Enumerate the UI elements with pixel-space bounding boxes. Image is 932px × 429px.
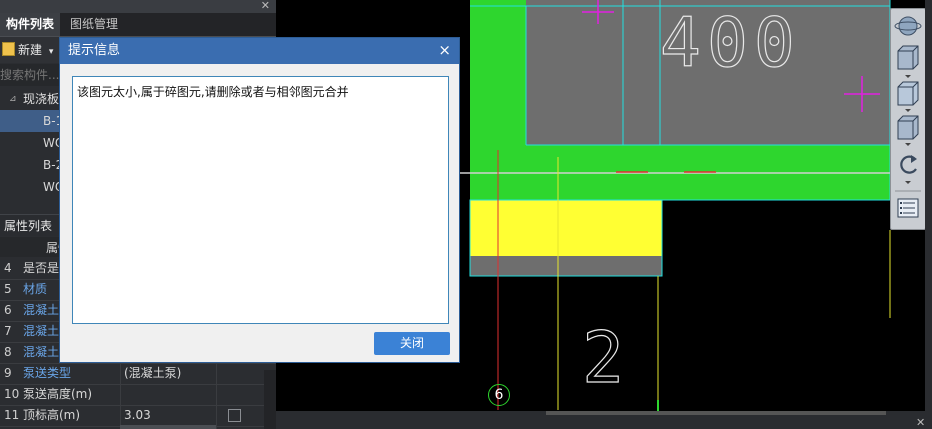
new-document-icon <box>2 42 15 56</box>
property-name: 泵送类型 <box>23 366 72 380</box>
property-name: 混凝土 <box>23 324 60 338</box>
collapse-toggle-icon[interactable]: ⊿ <box>9 88 17 110</box>
dimension-label: 400 <box>659 3 801 83</box>
close-icon[interactable]: ✕ <box>261 0 270 12</box>
property-name: 材质 <box>23 282 48 296</box>
chevron-down-icon[interactable] <box>905 143 911 146</box>
3d-view-icon[interactable] <box>897 45 919 70</box>
right-edge-scrollbar[interactable] <box>925 0 932 429</box>
box-view-icon[interactable] <box>897 115 919 140</box>
property-row-number: 10 <box>4 387 20 401</box>
layout-icon[interactable] <box>897 198 919 218</box>
search-input[interactable] <box>0 67 60 83</box>
close-button[interactable]: 关闭 <box>374 332 450 355</box>
dialog-message: 该图元太小,属于碎图元,请删除或者与相邻图元合并 <box>77 85 349 99</box>
chevron-down-icon[interactable] <box>905 181 911 184</box>
tab-drawing-management[interactable]: 图纸管理 <box>64 13 124 36</box>
property-row-number: 11 <box>4 408 20 422</box>
property-name: 是否是 <box>23 261 60 275</box>
property-row-number: 6 <box>4 303 12 317</box>
property-name: 混凝土 <box>23 303 60 317</box>
chevron-down-icon[interactable]: ▾ <box>49 47 54 57</box>
property-row-number: 8 <box>4 345 12 359</box>
close-icon[interactable]: ✕ <box>916 416 925 429</box>
property-name: 泵送高度(m) <box>23 387 93 401</box>
property-name: 混凝土 <box>23 345 60 359</box>
rotate-icon[interactable] <box>900 155 917 174</box>
property-value[interactable]: (混凝土泵) <box>124 363 181 384</box>
chevron-down-icon[interactable] <box>905 75 911 78</box>
property-row[interactable]: 10 泵送高度(m) <box>0 384 276 406</box>
dialog-titlebar: 提示信息 × <box>60 38 459 64</box>
axis-label: 2 <box>581 317 625 399</box>
property-value[interactable]: 3.03 <box>124 405 151 426</box>
property-row-number: 5 <box>4 282 12 296</box>
property-name: 顶标高(m) <box>23 408 81 422</box>
box-view-icon[interactable] <box>897 81 919 106</box>
property-row-number: 7 <box>4 324 12 338</box>
yellow-beam <box>470 200 662 256</box>
property-row-number: 4 <box>4 261 12 275</box>
view-toolbar <box>890 8 926 230</box>
message-dialog: 提示信息 × 该图元太小,属于碎图元,请删除或者与相邻图元合并 关闭 <box>59 37 460 363</box>
horizontal-scrollbar[interactable] <box>120 425 216 429</box>
gray-strip <box>470 256 662 276</box>
panel-tabs: 构件列表 图纸管理 <box>0 13 276 37</box>
tree-root-label: 现浇板 <box>23 92 60 106</box>
tab-component-list[interactable]: 构件列表 <box>0 13 61 36</box>
dialog-title: 提示信息 <box>68 43 121 58</box>
new-button-label: 新建 <box>18 43 43 57</box>
property-row[interactable]: 9 泵送类型 (混凝土泵) <box>0 363 276 385</box>
vertical-scrollbar[interactable] <box>264 370 276 429</box>
property-row[interactable]: 11 顶标高(m) 3.03 <box>0 405 276 427</box>
sphere-icon[interactable] <box>894 16 922 36</box>
green-slab-top <box>470 0 526 6</box>
close-icon[interactable]: × <box>438 38 451 63</box>
message-text-area[interactable]: 该图元太小,属于碎图元,请删除或者与相邻图元合并 <box>72 76 449 324</box>
panel-title-strip: ✕ <box>0 0 276 13</box>
chevron-down-icon[interactable] <box>905 109 911 112</box>
property-checkbox[interactable] <box>228 409 241 422</box>
property-row-number: 9 <box>4 366 12 380</box>
new-button[interactable]: 新建 ▾ <box>2 41 53 59</box>
grid-marker[interactable]: 6 <box>488 384 510 406</box>
